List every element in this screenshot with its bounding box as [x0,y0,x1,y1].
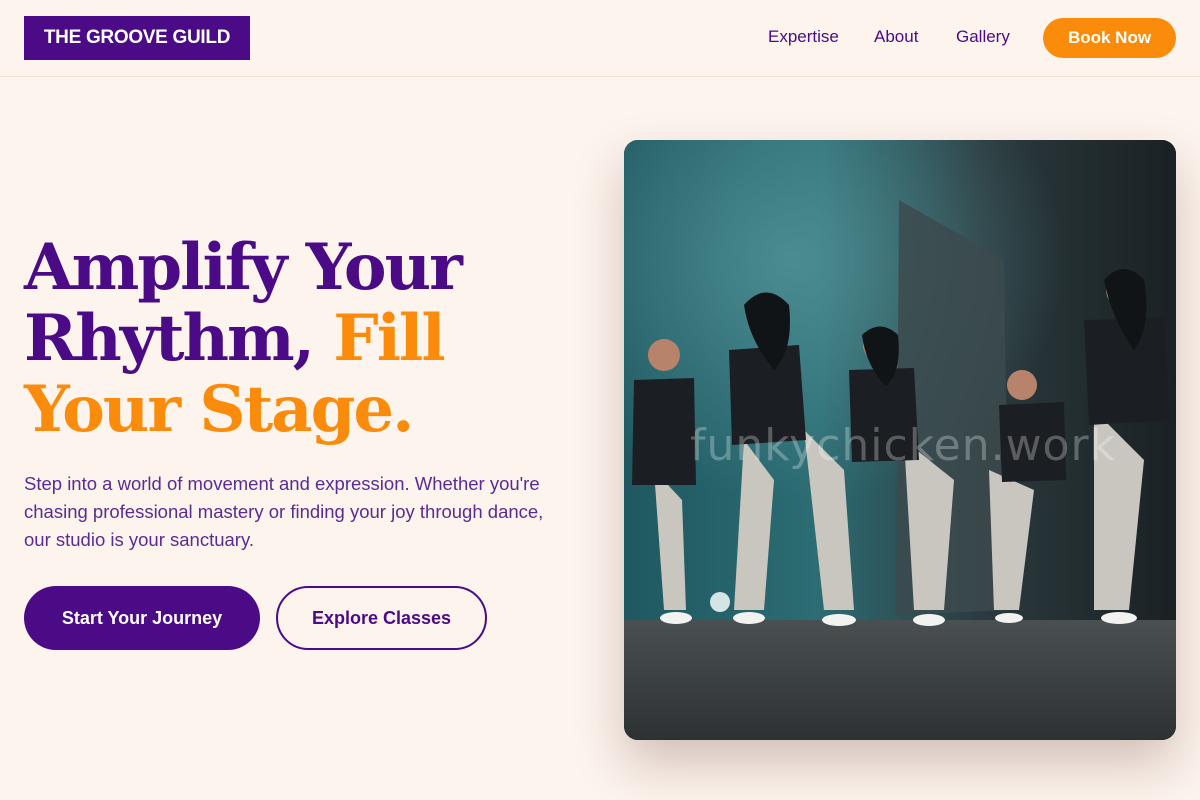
start-journey-button[interactable]: Start Your Journey [24,586,260,650]
top-navigation: THE GROOVE GUILD Expertise About Gallery… [0,0,1200,77]
nav-link-expertise[interactable]: Expertise [768,26,839,48]
nav-link-gallery[interactable]: Gallery [956,26,1010,48]
hero-headline: Amplify Your Rhythm, Fill Your Stage. [24,232,584,445]
book-now-button[interactable]: Book Now [1043,18,1176,58]
nav-link-about[interactable]: About [874,26,918,48]
image-watermark: funkychicken.work [690,420,1117,471]
hero-description: Step into a world of movement and expres… [24,473,544,550]
brand-logo[interactable]: THE GROOVE GUILD [24,16,250,60]
explore-classes-button[interactable]: Explore Classes [276,586,487,650]
hero-dance-photo: funkychicken.work [624,140,1176,740]
